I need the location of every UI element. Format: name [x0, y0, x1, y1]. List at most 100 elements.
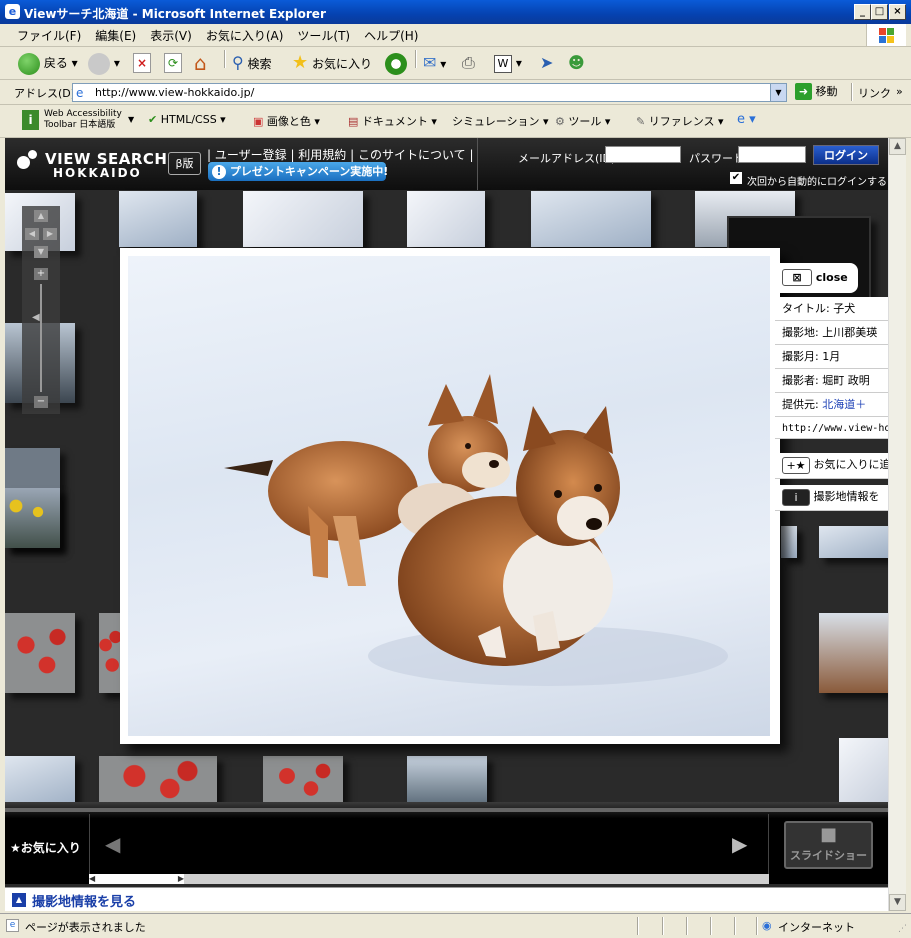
info-title-value: 子犬 — [833, 302, 856, 315]
address-input[interactable]: e http://www.view-hokkaido.jp/ ▼ — [72, 83, 787, 102]
thumbnail[interactable] — [263, 756, 343, 806]
page-scrollbar[interactable]: ▲ ▼ — [888, 138, 906, 911]
wat-tools-menu[interactable]: ⚙ ツール ▾ — [555, 113, 610, 129]
discuss-button[interactable]: ➤ — [540, 51, 553, 75]
nav-terms[interactable]: 利用規約 — [298, 148, 346, 162]
wat-info-icon: i — [22, 110, 39, 130]
close-popup-button[interactable]: ⊠ close — [775, 263, 858, 293]
thumbnail[interactable] — [119, 191, 197, 247]
edit-button[interactable]: W ▾ — [494, 51, 522, 75]
wat-dropdown-icon[interactable]: ▼ — [128, 115, 134, 124]
expand-up-icon[interactable]: ▲ — [12, 893, 26, 907]
address-bar: アドレス(D) e http://www.view-hokkaido.jp/ ▼… — [0, 80, 911, 105]
address-dropdown-icon[interactable]: ▼ — [770, 84, 786, 101]
mail-button[interactable]: ✉ ▾ — [423, 51, 446, 75]
campaign-button[interactable]: ! プレゼントキャンペーン実施中! — [208, 162, 388, 181]
wat-image-color-menu[interactable]: ▣ 画像と色 ▾ — [253, 113, 320, 129]
thumbnail[interactable] — [5, 613, 75, 693]
history-button[interactable] — [385, 51, 407, 75]
password-input[interactable] — [738, 146, 806, 163]
zoom-slider-track[interactable] — [40, 284, 42, 392]
thumbnail[interactable] — [781, 526, 797, 558]
scroll-thumb[interactable]: ◀ ▶ — [89, 874, 184, 884]
home-button[interactable]: ⌂ — [194, 51, 207, 75]
print-button[interactable]: ⎙ — [462, 51, 475, 75]
thumbnail[interactable] — [99, 756, 217, 806]
add-favorite-button[interactable]: +★ お気に入りに追 — [775, 453, 888, 479]
zoom-out-icon[interactable]: − — [34, 396, 48, 408]
thumbnail[interactable] — [5, 488, 60, 548]
thumbnail[interactable] — [99, 613, 121, 693]
menu-view[interactable]: 表示(V) — [143, 24, 199, 47]
thumbnail[interactable] — [407, 756, 487, 806]
search-button[interactable]: ⚲ 検索 — [232, 51, 272, 75]
thumbnail[interactable] — [5, 756, 75, 806]
email-input[interactable] — [605, 146, 681, 163]
links-label[interactable]: リンク — [858, 85, 891, 101]
favorites-prev-arrow-icon[interactable]: ◀ — [105, 832, 120, 856]
pan-left-icon[interactable]: ◀ — [25, 228, 39, 240]
thumbnail[interactable] — [407, 191, 485, 247]
maximize-button[interactable]: □ — [871, 4, 888, 20]
ie-logo-menu[interactable]: e ▾ — [737, 112, 756, 127]
login-button[interactable]: ログイン — [813, 145, 879, 165]
links-more-icon[interactable]: » — [896, 85, 903, 98]
menu-file[interactable]: ファイル(F) — [10, 24, 88, 47]
history-icon — [385, 52, 407, 75]
refresh-icon: ⟳ — [164, 53, 182, 73]
window-titlebar: e Viewサーチ北海道 - Microsoft Internet Explor… — [0, 0, 911, 24]
thumbnail[interactable] — [243, 191, 363, 247]
go-button[interactable]: ➜ 移動 — [795, 83, 838, 100]
zoom-in-icon[interactable]: + — [34, 268, 48, 280]
wat-simulation-menu[interactable]: シミュレーション ▾ — [452, 113, 549, 129]
zoom-pan-control: ▲ ◀ ▶ ▼ + ◀ − — [22, 206, 60, 414]
scroll-down-icon[interactable]: ▼ — [889, 894, 906, 911]
wat-reference-menu[interactable]: ✎ リファレンス ▾ — [636, 113, 724, 129]
wat-document-menu[interactable]: ▤ ドキュメント ▾ — [348, 113, 437, 129]
auto-login-checkbox[interactable]: ✔ — [730, 172, 742, 184]
page-icon: e — [76, 86, 84, 100]
nav-about[interactable]: このサイトについて — [358, 148, 466, 162]
thumbnail[interactable] — [819, 526, 888, 558]
forward-button[interactable]: ▾ — [88, 51, 120, 75]
reference-icon: ✎ — [636, 115, 646, 128]
stop-button[interactable]: × — [133, 51, 151, 75]
minimize-button[interactable]: _ — [854, 4, 871, 20]
resize-grip-icon[interactable]: ⋰ — [898, 924, 907, 934]
word-edit-icon: W — [494, 55, 512, 73]
check-icon: ✔ — [148, 113, 158, 126]
cursor-icon: ➤ — [540, 53, 554, 72]
nav-register[interactable]: ユーザー登録 — [215, 148, 287, 162]
favorites-scrollbar[interactable]: ◀ ▶ — [89, 874, 769, 884]
video-camera-icon: ■ — [819, 824, 837, 845]
thumbnail[interactable] — [819, 613, 888, 693]
location-info-button[interactable]: i 撮影地情報を — [775, 485, 888, 511]
info-url[interactable]: http://www.view-ho — [775, 417, 888, 439]
scroll-up-icon[interactable]: ▲ — [889, 138, 906, 155]
menu-tools[interactable]: ツール(T) — [290, 24, 357, 47]
favorites-next-arrow-icon[interactable]: ▶ — [732, 832, 747, 856]
menu-help[interactable]: ヘルプ(H) — [357, 24, 425, 47]
pan-up-icon[interactable]: ▲ — [34, 210, 48, 222]
beta-badge: β版 — [168, 152, 201, 175]
wat-htmlcss-menu[interactable]: ✔ HTML/CSS ▾ — [148, 113, 226, 126]
messenger-button[interactable]: ☻ — [568, 51, 585, 75]
zoom-slider-handle[interactable]: ◀ — [32, 312, 40, 323]
thumbnail[interactable] — [839, 738, 888, 806]
menu-edit[interactable]: 編集(E) — [88, 24, 143, 47]
stop-icon: × — [133, 53, 151, 73]
thumbnail[interactable] — [531, 191, 651, 247]
favorites-button[interactable]: ★ お気に入り — [292, 51, 372, 75]
menu-favorites[interactable]: お気に入り(A) — [199, 24, 291, 47]
location-info-link[interactable]: 撮影地情報を見る — [32, 891, 136, 910]
close-window-button[interactable]: × — [889, 4, 906, 20]
slideshow-button[interactable]: ■ スライドショー — [784, 821, 873, 869]
windows-logo-icon — [866, 24, 906, 46]
pan-right-icon[interactable]: ▶ — [43, 228, 57, 240]
back-button[interactable]: 戻る ▾ — [18, 51, 78, 75]
info-photographer-value: 堀町 政明 — [822, 374, 870, 387]
favorites-tab[interactable]: ★お気に入り — [10, 839, 81, 856]
info-provider-link[interactable]: 北海道＋ — [822, 398, 866, 411]
refresh-button[interactable]: ⟳ — [164, 51, 182, 75]
pan-down-icon[interactable]: ▼ — [34, 246, 48, 258]
